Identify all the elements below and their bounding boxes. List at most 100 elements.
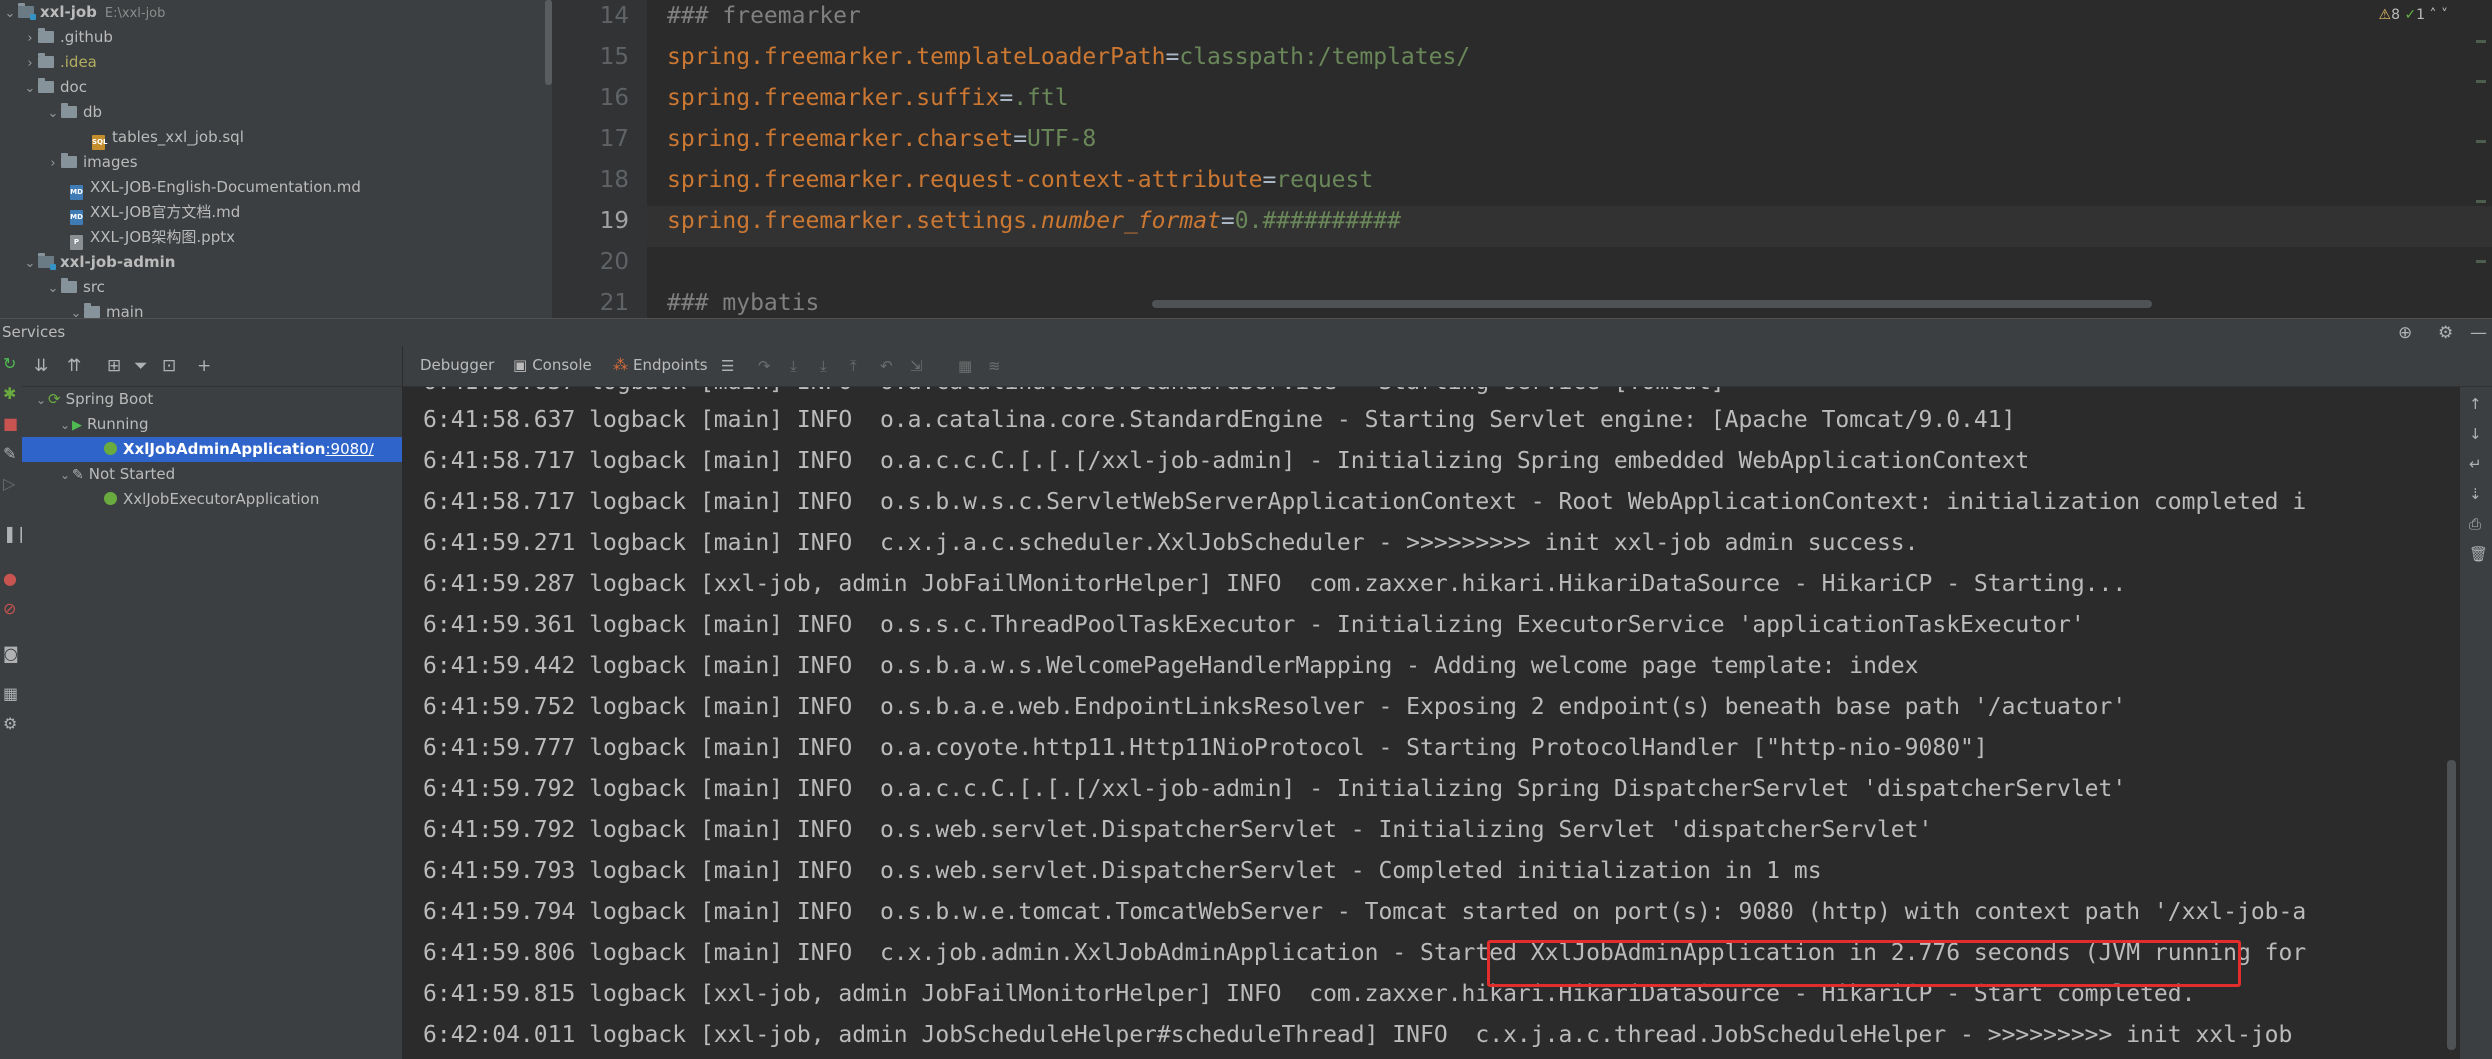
settings-icon[interactable]: ⚙ — [3, 716, 17, 732]
log-line: 6:41:59.271 logback [main] INFO c.x.j.a.… — [423, 530, 1919, 556]
tree-node-admin-application[interactable]: XxlJobAdminApplication:9080/ — [22, 437, 402, 462]
error-stripe[interactable] — [2476, 0, 2486, 318]
minimize-icon[interactable]: — — [2470, 323, 2487, 343]
log-line: 6:41:59.792 logback [main] INFO o.s.web.… — [423, 817, 1933, 843]
tree-node-not-started[interactable]: ⌄ ✎ Not Started — [22, 462, 402, 487]
tree-item-pptx[interactable]: P XXL-JOB架构图.pptx — [70, 225, 235, 250]
markdown-file-icon: MD — [70, 210, 83, 225]
spring-app-icon — [104, 442, 117, 455]
tree-node-running[interactable]: ⌄ ▶ Running — [22, 412, 402, 437]
spring-app-icon — [104, 492, 117, 505]
resume-icon[interactable]: ▷ — [3, 476, 15, 492]
log-line: 6:41:58.717 logback [main] INFO o.s.b.w.… — [423, 489, 2307, 515]
code-line: spring.freemarker.templateLoaderPath=cla… — [667, 44, 1471, 70]
line-number: 21 — [599, 290, 629, 316]
trash-icon[interactable]: 🗑 — [2469, 545, 2488, 563]
log-line: 6:41:59.361 logback [main] INFO o.s.s.c.… — [423, 612, 2085, 638]
chevron-down-icon[interactable]: ⌄ — [22, 251, 38, 276]
step-over-icon[interactable]: ↷ — [758, 357, 771, 375]
tree-item-github[interactable]: › .github — [22, 25, 113, 50]
code-line: spring.freemarker.suffix=.ftl — [667, 85, 1069, 111]
line-number: 14 — [599, 3, 629, 29]
module-folder-icon — [18, 3, 36, 20]
arrow-up-icon[interactable]: ↑ — [2469, 395, 2482, 413]
chevron-down-icon[interactable]: ⌄ — [58, 413, 72, 438]
chevron-right-icon[interactable]: › — [22, 51, 38, 76]
tree-item-xxl-job-admin[interactable]: ⌄ xxl-job-admin — [22, 250, 175, 275]
editor-horizontal-scrollbar[interactable] — [1152, 300, 2152, 308]
chevron-down-icon[interactable]: ⌄ — [45, 101, 61, 126]
chevron-down-icon[interactable]: ⌄ — [68, 301, 84, 318]
console-side-toolbar: ↑ ↓ ↵ ⇣ ⎙ 🗑 — [2460, 387, 2492, 1059]
chevron-up-icon[interactable]: ˄ — [2430, 7, 2437, 23]
stripe-mark[interactable] — [2476, 80, 2486, 83]
stripe-mark[interactable] — [2476, 140, 2486, 143]
line-number-gutter: 14 15 16 17 18 19 20 21 — [552, 0, 647, 318]
chevron-down-icon[interactable]: ˅ — [2441, 7, 2448, 23]
rerun-icon[interactable]: ↻ — [3, 356, 16, 372]
code-editor[interactable]: 14 15 16 17 18 19 20 21 ### freemarker s… — [552, 0, 2492, 318]
stripe-mark[interactable] — [2476, 40, 2486, 43]
tree-item-idea[interactable]: › .idea — [22, 50, 97, 75]
mute-breakpoints-icon[interactable]: ⊘ — [3, 601, 16, 617]
scroll-to-end-icon[interactable]: ⇣ — [2469, 485, 2482, 503]
tree-item-main[interactable]: ⌄ main — [68, 300, 143, 318]
add-icon[interactable]: + — [197, 356, 211, 376]
new-tab-icon[interactable]: ⊡ — [162, 356, 176, 376]
debug-icon[interactable]: ✱ — [3, 386, 16, 402]
chevron-down-icon[interactable]: ⌄ — [34, 388, 48, 413]
layout-icon[interactable]: ▦ — [3, 686, 18, 702]
tree-item-doc[interactable]: ⌄ doc — [22, 75, 87, 100]
filter-icon[interactable]: ⏷ — [134, 356, 148, 376]
force-step-into-icon[interactable]: ⤓ — [820, 357, 827, 375]
expand-all-icon[interactable]: ⇊ — [34, 356, 48, 376]
chevron-down-icon[interactable]: ⌄ — [22, 76, 38, 101]
tree-node-spring-boot[interactable]: ⌄ ⟳ Spring Boot — [22, 387, 402, 412]
chevron-down-icon[interactable]: ⌄ — [2, 1, 18, 26]
warning-icon: ⚠ — [2378, 7, 2392, 23]
tree-item-src[interactable]: ⌄ src — [45, 275, 105, 300]
print-icon[interactable]: ⎙ — [2469, 515, 2481, 533]
evaluate-icon[interactable]: ▦ — [958, 357, 972, 375]
arrow-down-icon[interactable]: ↓ — [2469, 425, 2482, 443]
inspection-widget[interactable]: ⚠8 ✓1 ˄ ˅ — [2379, 7, 2449, 23]
soft-wrap-icon[interactable]: ↵ — [2469, 455, 2482, 473]
stop-icon[interactable]: ■ — [3, 416, 18, 432]
menu-icon[interactable]: ☰ — [721, 357, 734, 375]
gear-icon[interactable]: ⚙ — [2438, 323, 2453, 343]
folder-icon — [61, 103, 77, 118]
tree-item-chinese-doc[interactable]: MD XXL-JOB官方文档.md — [70, 200, 240, 225]
collapse-all-icon[interactable]: ⇈ — [67, 356, 81, 376]
tab-endpoints[interactable]: ⁂ Endpoints — [613, 356, 708, 374]
port-link[interactable]: :9080/ — [325, 440, 373, 458]
tree-item-images[interactable]: › images — [45, 150, 138, 175]
tree-item-db[interactable]: ⌄ db — [45, 100, 102, 125]
wrench-icon[interactable]: ✎ — [3, 446, 16, 462]
chevron-right-icon[interactable]: › — [22, 26, 38, 51]
code-line: spring.freemarker.settings.number_format… — [667, 208, 1401, 234]
tree-item-sql-file[interactable]: SQL tables_xxl_job.sql — [92, 125, 244, 150]
step-out-icon[interactable]: ⤒ — [850, 357, 857, 375]
globe-icon[interactable]: ⊕ — [2398, 323, 2412, 343]
chevron-right-icon[interactable]: › — [45, 151, 61, 176]
run-to-cursor-icon[interactable]: ⇲ — [910, 357, 923, 375]
stripe-mark[interactable] — [2476, 260, 2486, 263]
step-into-icon[interactable]: ⤓ — [790, 357, 797, 375]
chevron-down-icon[interactable]: ⌄ — [45, 276, 61, 301]
breakpoints-icon[interactable]: ● — [3, 571, 17, 587]
project-scrollbar[interactable] — [545, 0, 552, 85]
drop-frame-icon[interactable]: ↶ — [880, 357, 893, 375]
group-by-icon[interactable]: ⊞ — [107, 356, 121, 376]
tree-item-english-doc[interactable]: MD XXL-JOB-English-Documentation.md — [70, 175, 361, 200]
tab-console[interactable]: ▣ Console — [513, 356, 592, 374]
stripe-mark[interactable] — [2476, 200, 2486, 203]
console-vertical-scrollbar[interactable] — [2447, 760, 2456, 1050]
tab-debugger[interactable]: Debugger — [420, 356, 494, 374]
chevron-down-icon[interactable]: ⌄ — [58, 463, 72, 488]
tree-node-executor-application[interactable]: XxlJobExecutorApplication — [22, 487, 402, 512]
camera-icon[interactable]: ◙ — [3, 646, 19, 662]
trace-icon[interactable]: ≋ — [988, 357, 1001, 375]
tree-root-xxl-job[interactable]: ⌄ xxl-job E:\xxl-job — [2, 0, 165, 25]
folder-icon — [38, 53, 54, 68]
code-line: spring.freemarker.request-context-attrib… — [667, 167, 1374, 193]
